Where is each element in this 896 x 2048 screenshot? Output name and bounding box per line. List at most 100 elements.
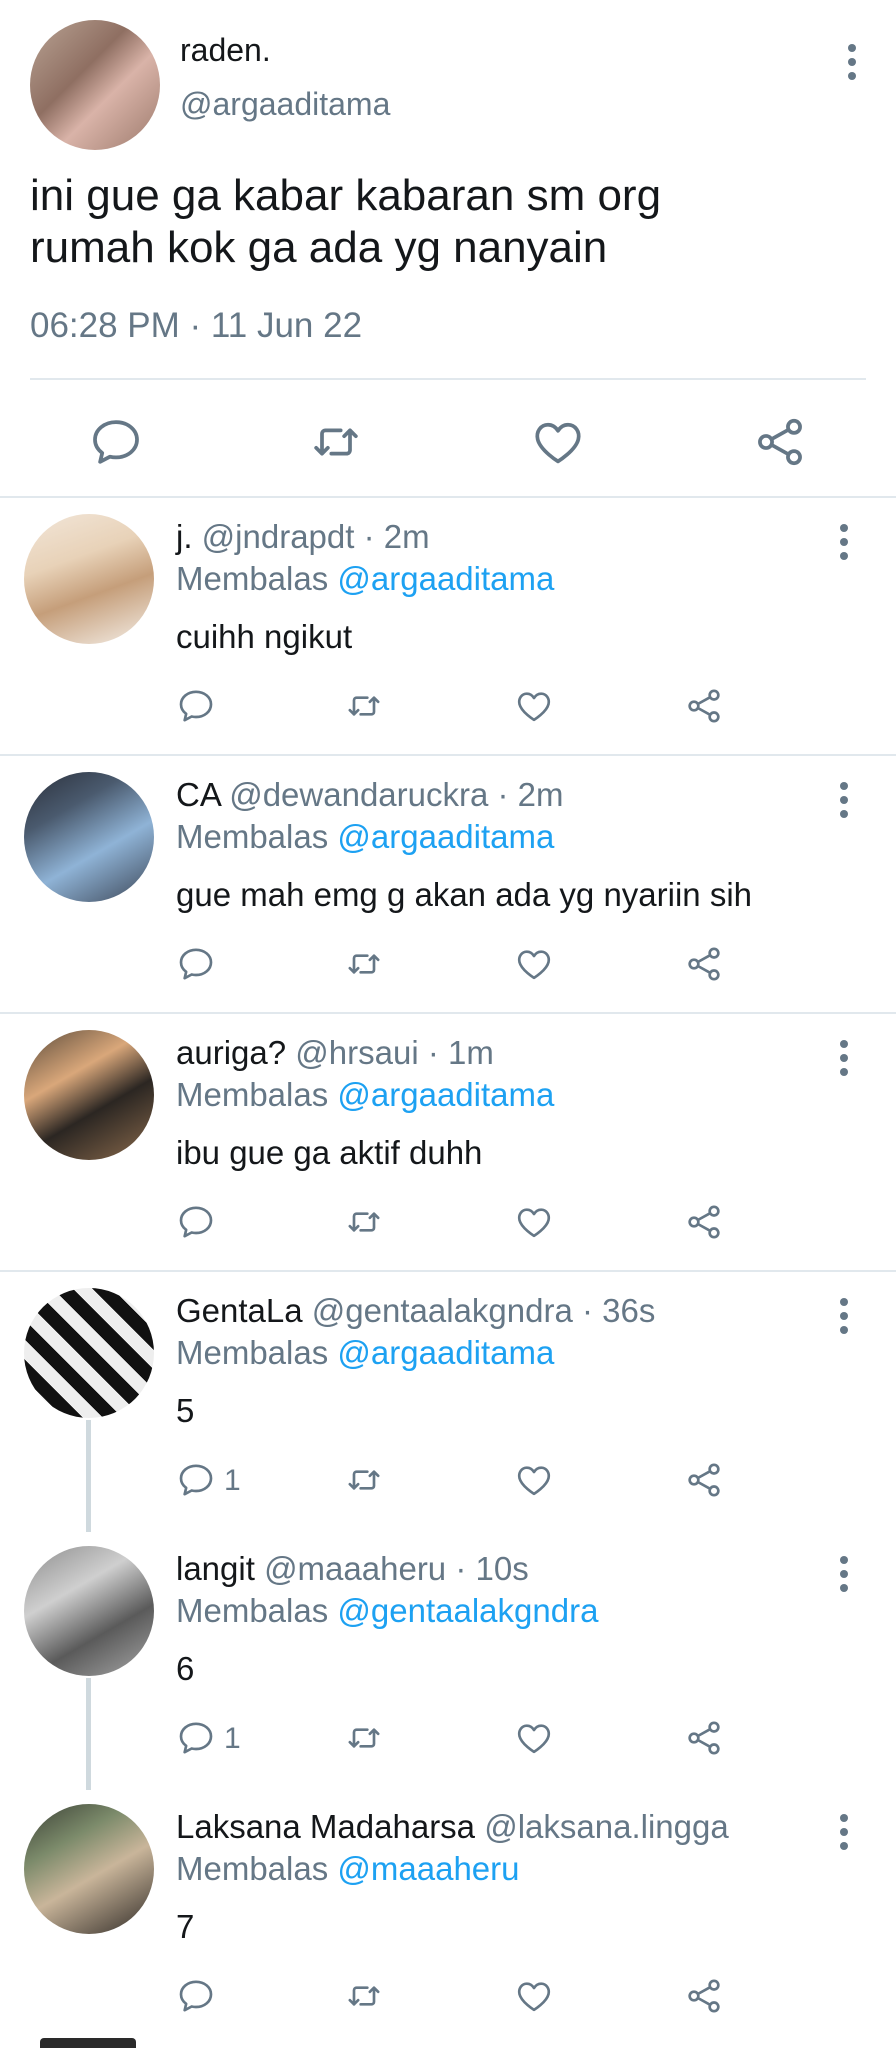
divider bbox=[30, 378, 866, 380]
author-handle[interactable]: @argaaditama bbox=[180, 86, 390, 123]
reply-header: GentaLa @gentaalakgndra · 36s bbox=[176, 1292, 816, 1330]
avatar[interactable] bbox=[24, 1288, 154, 1418]
mention-link[interactable]: @argaaditama bbox=[337, 560, 554, 597]
reply-item[interactable]: Laksana Madaharsa @laksana.lingga Membal… bbox=[0, 1788, 896, 2046]
like-icon[interactable] bbox=[530, 414, 586, 470]
reply-item[interactable]: j. @jndrapdt · 2m Membalas @argaaditama … bbox=[0, 498, 896, 756]
reply-author-name[interactable]: GentaLa bbox=[176, 1292, 303, 1329]
replying-label: Membalas bbox=[176, 1850, 329, 1887]
share-icon[interactable] bbox=[752, 414, 808, 470]
avatar[interactable] bbox=[24, 1030, 154, 1160]
reply-author-handle[interactable]: @jndrapdt bbox=[202, 518, 355, 555]
reply-item[interactable]: auriga? @hrsaui · 1m Membalas @argaadita… bbox=[0, 1014, 896, 1272]
retweet-icon[interactable] bbox=[308, 414, 364, 470]
avatar[interactable] bbox=[24, 514, 154, 644]
avatar[interactable] bbox=[24, 772, 154, 902]
retweet-icon[interactable] bbox=[344, 1976, 384, 2016]
reply-text: 7 bbox=[176, 1908, 195, 1945]
mention-link[interactable]: @argaaditama bbox=[337, 1334, 554, 1371]
more-options-icon[interactable] bbox=[840, 1556, 848, 1592]
replying-label: Membalas bbox=[176, 1592, 329, 1629]
reply-header: Laksana Madaharsa @laksana.lingga bbox=[176, 1808, 816, 1846]
reply-text: 6 bbox=[176, 1650, 195, 1687]
reply-author-handle[interactable]: @hrsaui bbox=[295, 1034, 418, 1071]
more-options-icon[interactable] bbox=[840, 1040, 848, 1076]
share-icon[interactable] bbox=[684, 1460, 724, 1500]
replying-label: Membalas bbox=[176, 560, 329, 597]
reply-text: 5 bbox=[176, 1392, 195, 1429]
reply-time: · 1m bbox=[427, 1034, 494, 1071]
reply-actions bbox=[0, 1202, 896, 1252]
mention-link[interactable]: @argaaditama bbox=[337, 1076, 554, 1113]
retweet-icon[interactable] bbox=[344, 1460, 384, 1500]
reply-author-handle[interactable]: @laksana.lingga bbox=[484, 1808, 729, 1845]
reply-actions: 1 bbox=[0, 1718, 896, 1768]
avatar[interactable] bbox=[24, 1546, 154, 1676]
share-icon[interactable] bbox=[684, 1718, 724, 1758]
share-icon[interactable] bbox=[684, 1976, 724, 2016]
reply-author-name[interactable]: langit bbox=[176, 1550, 255, 1587]
reply-author-name[interactable]: auriga? bbox=[176, 1034, 286, 1071]
avatar bbox=[40, 2038, 136, 2048]
mention-link[interactable]: @maaaheru bbox=[337, 1850, 519, 1887]
like-icon[interactable] bbox=[514, 1976, 554, 2016]
share-icon[interactable] bbox=[684, 944, 724, 984]
like-icon[interactable] bbox=[514, 1460, 554, 1500]
reply-icon[interactable] bbox=[176, 1976, 216, 2016]
retweet-icon[interactable] bbox=[344, 686, 384, 726]
replying-to: Membalas @argaaditama bbox=[176, 1334, 554, 1372]
reply-header: auriga? @hrsaui · 1m bbox=[176, 1034, 816, 1072]
replying-label: Membalas bbox=[176, 1334, 329, 1371]
reply-author-handle[interactable]: @maaaheru bbox=[264, 1550, 446, 1587]
reply-icon[interactable] bbox=[176, 1202, 216, 1242]
more-options-icon[interactable] bbox=[840, 1298, 848, 1334]
like-icon[interactable] bbox=[514, 1718, 554, 1758]
retweet-icon[interactable] bbox=[344, 944, 384, 984]
reply-author-name[interactable]: CA bbox=[176, 776, 220, 813]
reply-header: CA @dewandaruckra · 2m bbox=[176, 776, 816, 814]
reply-header: langit @maaaheru · 10s bbox=[176, 1550, 816, 1588]
replying-to: Membalas @argaaditama bbox=[176, 818, 554, 856]
reply-item[interactable]: GentaLa @gentaalakgndra · 36s Membalas @… bbox=[0, 1272, 896, 1532]
reply-icon[interactable] bbox=[176, 686, 216, 726]
reply-author-handle[interactable]: @dewandaruckra bbox=[229, 776, 488, 813]
avatar[interactable] bbox=[24, 1804, 154, 1934]
reply-time: · 10s bbox=[455, 1550, 529, 1587]
reply-text: ibu gue ga aktif duhh bbox=[176, 1134, 483, 1171]
main-tweet: raden. @argaaditama ini gue ga kabar kab… bbox=[0, 0, 896, 498]
more-options-icon[interactable] bbox=[840, 524, 848, 560]
reply-item[interactable]: CA @dewandaruckra · 2m Membalas @argaadi… bbox=[0, 756, 896, 1014]
reply-header: j. @jndrapdt · 2m bbox=[176, 518, 816, 556]
replying-label: Membalas bbox=[176, 1076, 329, 1113]
author-name[interactable]: raden. bbox=[180, 32, 271, 69]
more-options-icon[interactable] bbox=[840, 782, 848, 818]
replying-to: Membalas @argaaditama bbox=[176, 560, 554, 598]
retweet-icon[interactable] bbox=[344, 1718, 384, 1758]
replying-to: Membalas @argaaditama bbox=[176, 1076, 554, 1114]
share-icon[interactable] bbox=[684, 686, 724, 726]
like-icon[interactable] bbox=[514, 686, 554, 726]
reply-icon[interactable] bbox=[176, 944, 216, 984]
reply-count: 1 bbox=[224, 1464, 241, 1497]
replying-label: Membalas bbox=[176, 818, 329, 855]
reply-icon[interactable] bbox=[176, 1460, 216, 1500]
reply-author-name[interactable]: Laksana Madaharsa bbox=[176, 1808, 475, 1845]
like-icon[interactable] bbox=[514, 944, 554, 984]
avatar[interactable] bbox=[30, 20, 160, 150]
more-options-icon[interactable] bbox=[848, 44, 856, 80]
reply-icon[interactable] bbox=[88, 414, 144, 470]
reply-item[interactable]: langit @maaaheru · 10s Membalas @gentaal… bbox=[0, 1530, 896, 1790]
mention-link[interactable]: @argaaditama bbox=[337, 818, 554, 855]
reply-actions: 1 bbox=[0, 1460, 896, 1510]
retweet-icon[interactable] bbox=[344, 1202, 384, 1242]
more-options-icon[interactable] bbox=[840, 1814, 848, 1850]
tweet-text: ini gue ga kabar kabaran sm org rumah ko… bbox=[30, 171, 662, 272]
replies-list: j. @jndrapdt · 2m Membalas @argaaditama … bbox=[0, 498, 896, 2046]
reply-author-name[interactable]: j. bbox=[176, 518, 193, 555]
reply-icon[interactable] bbox=[176, 1718, 216, 1758]
like-icon[interactable] bbox=[514, 1202, 554, 1242]
share-icon[interactable] bbox=[684, 1202, 724, 1242]
reply-author-handle[interactable]: @gentaalakgndra bbox=[312, 1292, 573, 1329]
mention-link[interactable]: @gentaalakgndra bbox=[337, 1592, 598, 1629]
reply-time: · 2m bbox=[363, 518, 430, 555]
